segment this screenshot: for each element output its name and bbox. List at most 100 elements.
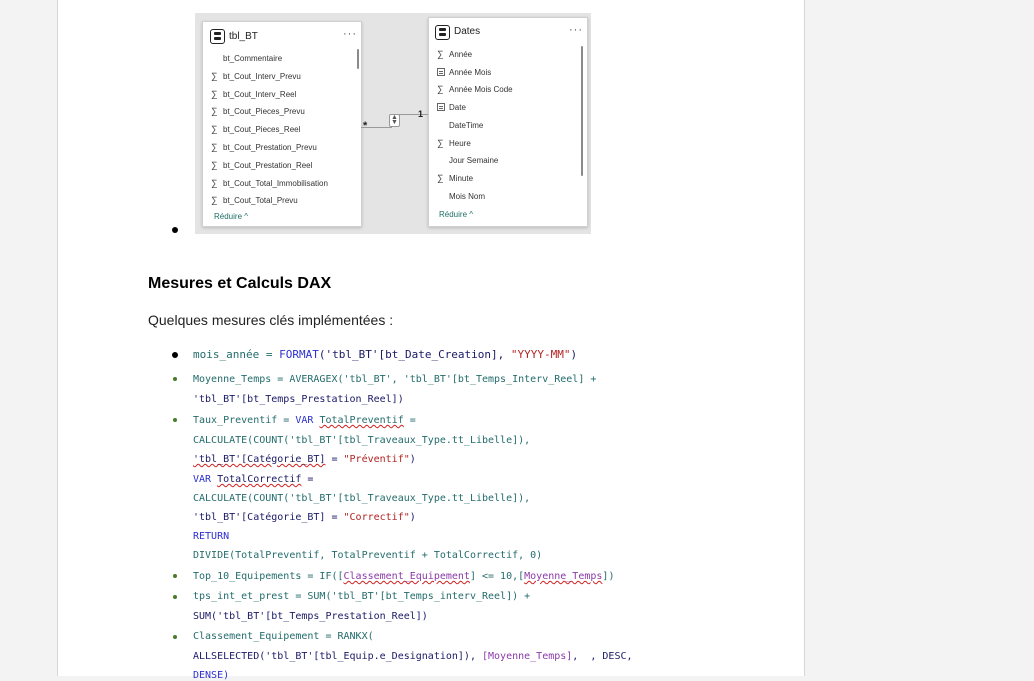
code-token: VAR	[295, 415, 314, 426]
table-card-tbl-bt[interactable]: tbl_BT ··· bt_Commentaire ∑ bt_Cout_Interv…	[202, 21, 362, 227]
field-label: bt_Commentaire	[223, 54, 283, 63]
intro-text: Quelques mesures clés implémentées :	[148, 312, 394, 328]
code-token: ])	[602, 571, 615, 582]
code-line: 'tbl_BT'[Catégorie_BT] = "Correctif")	[193, 512, 416, 523]
bullet	[172, 352, 178, 358]
table-icon	[435, 25, 450, 40]
bullet	[173, 418, 177, 422]
relationship-diagram: tbl_BT ··· bt_Commentaire ∑ bt_Cout_Interv…	[195, 13, 591, 234]
code-line: 'tbl_BT'[bt_Temps_Prestation_Reel])	[193, 394, 404, 405]
code-token: =	[403, 415, 416, 426]
code-token: =	[325, 454, 344, 465]
field-label: Minute	[449, 173, 474, 183]
code-token: ] <= 10,[	[469, 571, 525, 582]
code-line: CALCULATE(COUNT('tbl_BT'[tbl_Traveaux_Ty…	[193, 493, 531, 504]
code-token: , , DESC,	[572, 651, 633, 662]
code-token: FORMAT	[279, 348, 319, 361]
code-line: Top_10_Equipements = IF([Classement_Equi…	[193, 571, 614, 582]
code-line: 'tbl_BT'[Catégorie_BT] = "Préventif")	[193, 454, 416, 465]
reduce-link[interactable]: Réduire ^	[214, 212, 248, 221]
code-line: ALLSELECTED('tbl_BT'[tbl_Equip.e_Designa…	[193, 651, 633, 662]
code-line: DIVIDE(TotalPreventif, TotalPreventif + …	[193, 550, 543, 561]
bullet	[172, 227, 178, 233]
code-token: [Moyenne_Temps]	[481, 651, 573, 662]
code-token: Taux_Preventif =	[193, 415, 296, 426]
more-options-icon[interactable]: ···	[343, 28, 357, 40]
reduce-link[interactable]: Réduire ^	[439, 210, 473, 219]
many-cardinality: *	[363, 120, 368, 132]
code-mois-annee: mois_année = FORMAT('tbl_BT'[bt_Date_Cre…	[193, 348, 577, 361]
sigma-icon: ∑	[211, 124, 218, 135]
bullet	[173, 574, 177, 578]
sigma-icon: ∑	[437, 137, 444, 148]
code-line: tps_int_et_prest = SUM('tbl_BT'[bt_Temps…	[193, 591, 531, 602]
code-token: Top_10_Equipements = IF([	[193, 571, 344, 582]
sigma-icon: ∑	[437, 172, 444, 183]
sigma-icon: ∑	[211, 106, 218, 117]
code-token: "YYYY-MM"	[510, 348, 571, 361]
field-label: bt_Cout_Interv_Reel	[223, 89, 297, 99]
bullet	[173, 377, 177, 381]
sigma-icon: ∑	[437, 84, 444, 95]
code-token: =	[301, 474, 314, 485]
filter-direction-icon[interactable]: ▲ ▼	[389, 114, 400, 127]
sigma-icon: ∑	[211, 142, 218, 152]
document-page: tbl_BT ··· bt_Commentaire ∑ bt_Cout_Interv…	[57, 0, 805, 681]
code-line: VAR TotalCorrectif =	[193, 474, 313, 485]
scrollbar[interactable]	[581, 46, 583, 176]
code-token: )	[409, 512, 416, 523]
field-label: bt_Cout_Prestation_Prevu	[223, 143, 317, 152]
code-token: Classement_Equipement	[343, 571, 470, 582]
code-line: Moyenne_Temps = AVERAGEX('tbl_BT', 'tbl_…	[193, 374, 597, 385]
code-token: ('tbl_BT'[bt_Date_Creation],	[318, 348, 511, 361]
code-token: )	[409, 454, 416, 465]
field-label: bt_Cout_Pieces_Reel	[223, 125, 301, 135]
field-label: Année Mois Code	[449, 85, 513, 95]
code-token: 'tbl_BT'[Catégorie_BT] =	[193, 512, 344, 523]
sigma-icon: ∑	[211, 88, 218, 99]
code-token: )	[570, 348, 578, 361]
code-token: "Préventif"	[343, 454, 410, 465]
code-token: Moyenne_Temps	[524, 571, 603, 582]
code-line: Taux_Preventif = VAR TotalPreventif =	[193, 415, 416, 426]
field-label: Mois Nom	[449, 191, 486, 201]
table-icon	[210, 29, 225, 44]
code-token: 'tbl_BT'[Catégorie_BT]	[193, 454, 326, 465]
field-label: bt_Cout_Total_Immobilisation	[223, 178, 328, 188]
one-cardinality: 1	[418, 109, 424, 119]
scrollbar[interactable]	[357, 49, 359, 69]
code-line: CALCULATE(COUNT('tbl_BT'[tbl_Traveaux_Ty…	[193, 435, 531, 446]
table-card-dates[interactable]: Dates ··· ∑ Année Année Mois ∑ Année Mois Co…	[428, 17, 588, 227]
field-label: bt_Cout_Pieces_Prevu	[223, 107, 305, 117]
bullet	[173, 635, 177, 639]
code-token: =	[259, 348, 280, 361]
code-token: TotalPreventif	[319, 415, 404, 426]
field-label: Jour Semaine	[449, 156, 499, 166]
field-label: Année	[449, 50, 473, 59]
calendar-icon	[437, 67, 445, 76]
sigma-icon: ∑	[211, 195, 218, 206]
sigma-icon: ∑	[211, 177, 218, 188]
field-label: Année Mois	[449, 67, 492, 77]
code-token: "Correctif"	[343, 512, 410, 523]
sigma-icon: ∑	[211, 159, 218, 170]
field-label: DateTime	[449, 120, 484, 130]
code-line: RETURN	[193, 531, 230, 542]
field-label: bt_Cout_Total_Prevu	[223, 196, 298, 206]
table-title: tbl_BT	[229, 31, 258, 42]
code-line: Classement_Equipement = RANKX(	[193, 631, 374, 642]
table-title: Dates	[454, 26, 481, 37]
sigma-icon: ∑	[211, 70, 218, 81]
field-label: Heure	[449, 138, 471, 148]
measure-name: mois_année	[193, 348, 260, 361]
more-options-icon[interactable]: ···	[569, 24, 583, 36]
field-label: bt_Cout_Interv_Prevu	[223, 71, 301, 81]
code-token: ALLSELECTED('tbl_BT'[tbl_Equip.e_Designa…	[193, 651, 482, 662]
sigma-icon: ∑	[437, 49, 444, 59]
code-line: SUM('tbl_BT'[bt_Temps_Prestation_Reel])	[193, 611, 428, 622]
calendar-icon	[437, 103, 445, 112]
code-token: TotalCorrectif	[217, 474, 302, 485]
section-heading: Mesures et Calculs DAX	[148, 275, 332, 292]
bullet	[173, 595, 177, 599]
code-token: VAR	[193, 474, 212, 485]
